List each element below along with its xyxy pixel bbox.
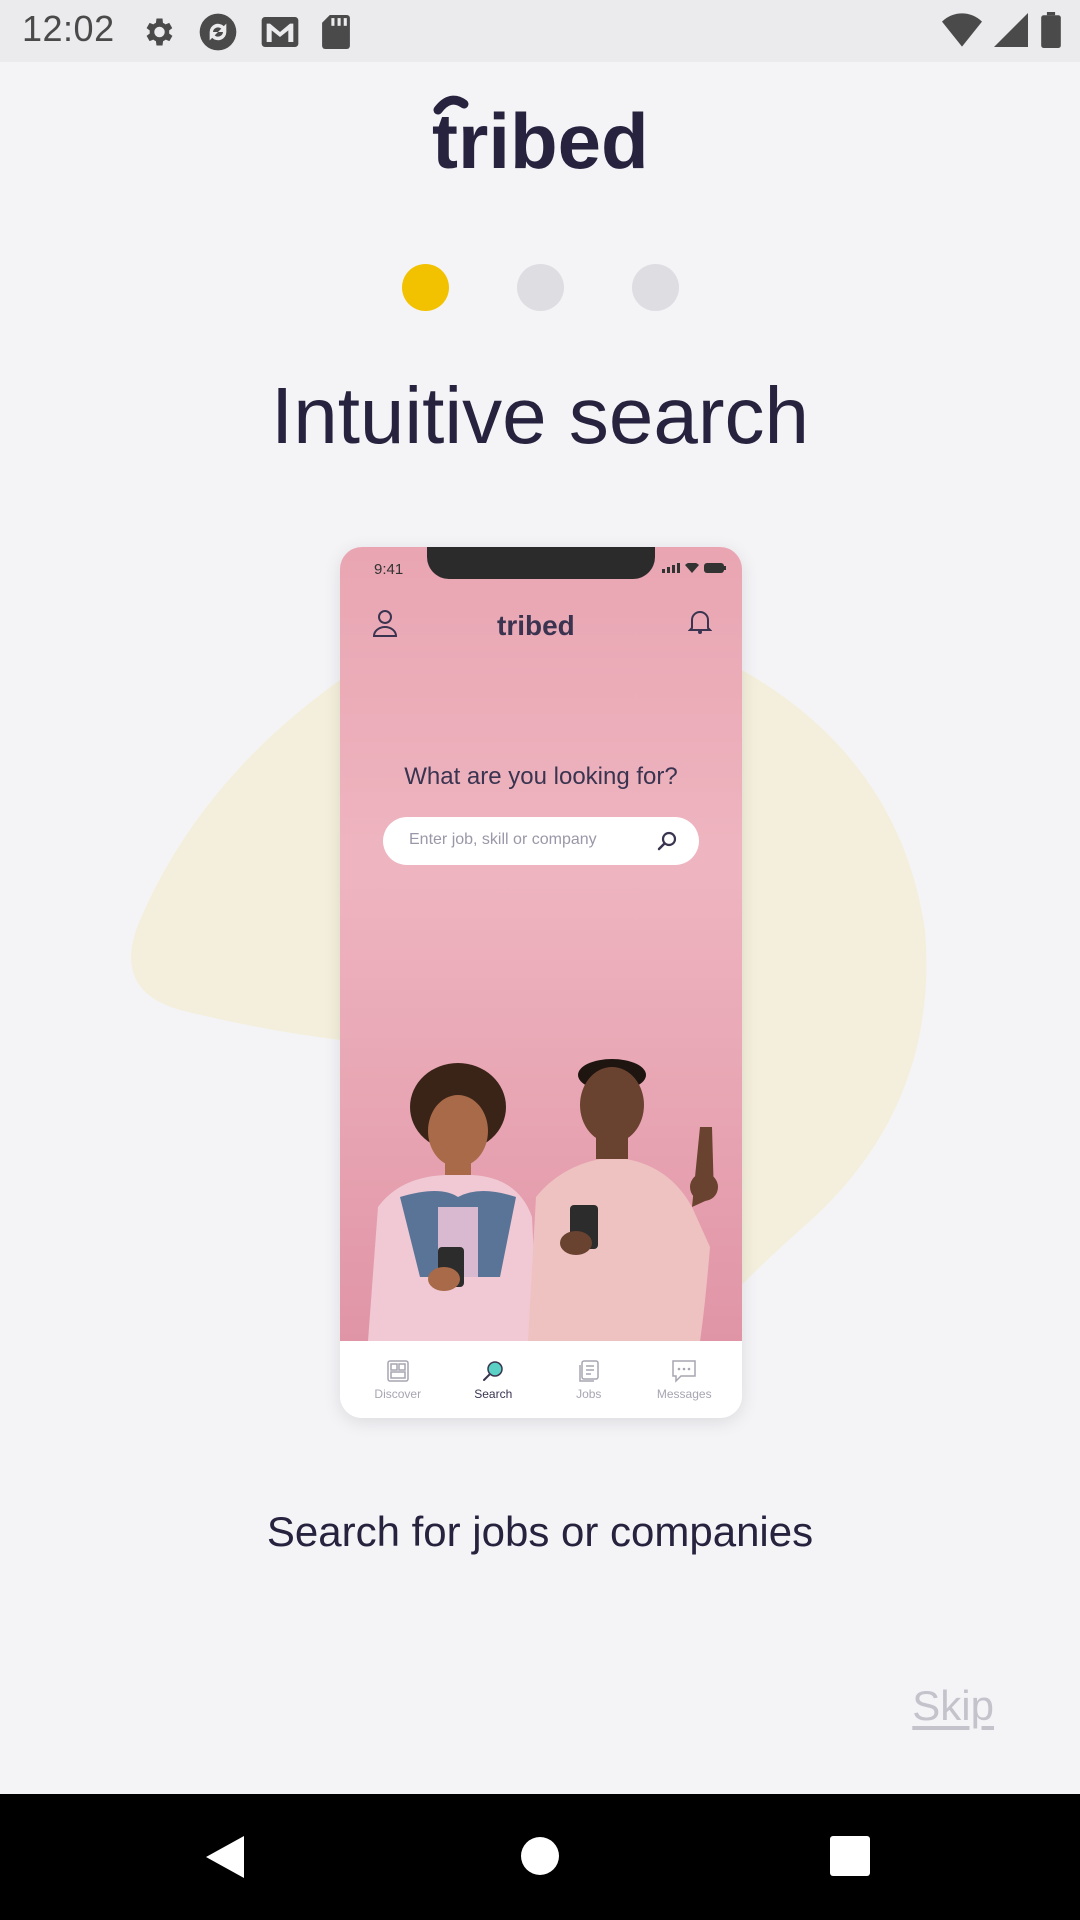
phone-signal-icon [662, 563, 680, 573]
phone-status-icons [662, 563, 726, 573]
search-icon [483, 1360, 503, 1381]
phone-nav-search: Search [453, 1359, 533, 1401]
phone-bottom-nav: Discover Search Jobs Messages [340, 1341, 742, 1418]
phone-search-box: Enter job, skill or company [383, 817, 699, 865]
messages-icon [672, 1359, 696, 1383]
svg-text:tribed: tribed [497, 610, 575, 641]
recents-icon[interactable] [830, 1836, 870, 1876]
phone-screen: 9:41 tribed What are you looking for? En… [340, 547, 742, 1341]
phone-nav-discover: Discover [358, 1359, 438, 1401]
phone-nav-messages: Messages [644, 1359, 724, 1401]
phone-nav-jobs: Jobs [549, 1359, 629, 1401]
phone-bell-icon [688, 611, 712, 634]
phone-search-icon [657, 831, 677, 851]
jobs-icon [579, 1359, 599, 1382]
home-icon[interactable] [520, 1836, 560, 1876]
phone-nav-search-label: Search [474, 1386, 513, 1401]
discover-icon [387, 1359, 409, 1382]
phone-battery-icon [704, 563, 726, 573]
system-navigation-bar [0, 1794, 1080, 1920]
phone-logo: tribed [340, 609, 742, 646]
phone-mockup: 9:41 tribed What are you looking for? En… [340, 547, 742, 1418]
phone-wifi-icon [685, 563, 699, 573]
phone-notch [427, 547, 655, 579]
onboarding-subtitle: Search for jobs or companies [266, 1508, 814, 1555]
phone-question: What are you looking for? [404, 763, 678, 790]
phone-nav-messages-label: Messages [656, 1386, 712, 1401]
phone-search-placeholder: Enter job, skill or company [409, 831, 597, 848]
phone-nav-discover-label: Discover [374, 1386, 422, 1401]
back-icon[interactable] [204, 1834, 246, 1880]
people-illustration [368, 1059, 718, 1341]
skip-button[interactable]: Skip [912, 1682, 994, 1730]
phone-time: 9:41 [374, 561, 404, 578]
phone-nav-jobs-label: Jobs [576, 1386, 602, 1401]
